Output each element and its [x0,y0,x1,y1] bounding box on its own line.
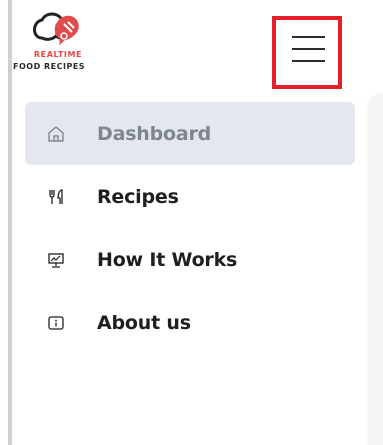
sidebar-item-label: Dashboard [97,122,212,145]
hamburger-menu-button[interactable] [272,16,342,89]
hamburger-bar-middle [292,48,325,50]
brand-name-line1: REALTIME [33,50,83,59]
main-content-panel [369,95,383,445]
sidebar-item-label: About us [97,311,191,334]
app-page: REALTIME FOOD RECIPES Dashboard Recipes … [0,0,383,445]
hamburger-bar-top [292,36,325,38]
info-icon [47,314,65,332]
home-icon [47,125,65,143]
presentation-icon [47,251,65,269]
brand-name-line2: FOOD RECIPES [13,62,86,71]
hamburger-bar-bottom [292,60,325,62]
sidebar-item-about-us[interactable]: About us [25,291,355,354]
sidebar-item-label: Recipes [97,185,179,208]
recipe-logo-icon [33,12,79,46]
sidebar-item-dashboard[interactable]: Dashboard [25,102,355,165]
fork-knife-icon [47,188,65,206]
sidebar-item-how-it-works[interactable]: How It Works [25,228,355,291]
sidebar-nav: Dashboard Recipes How It Works About us [25,102,355,354]
sidebar-item-label: How It Works [97,248,238,271]
brand-logo[interactable]: REALTIME FOOD RECIPES [13,10,134,85]
sidebar-item-recipes[interactable]: Recipes [25,165,355,228]
sidebar-edge-rule [8,0,12,445]
